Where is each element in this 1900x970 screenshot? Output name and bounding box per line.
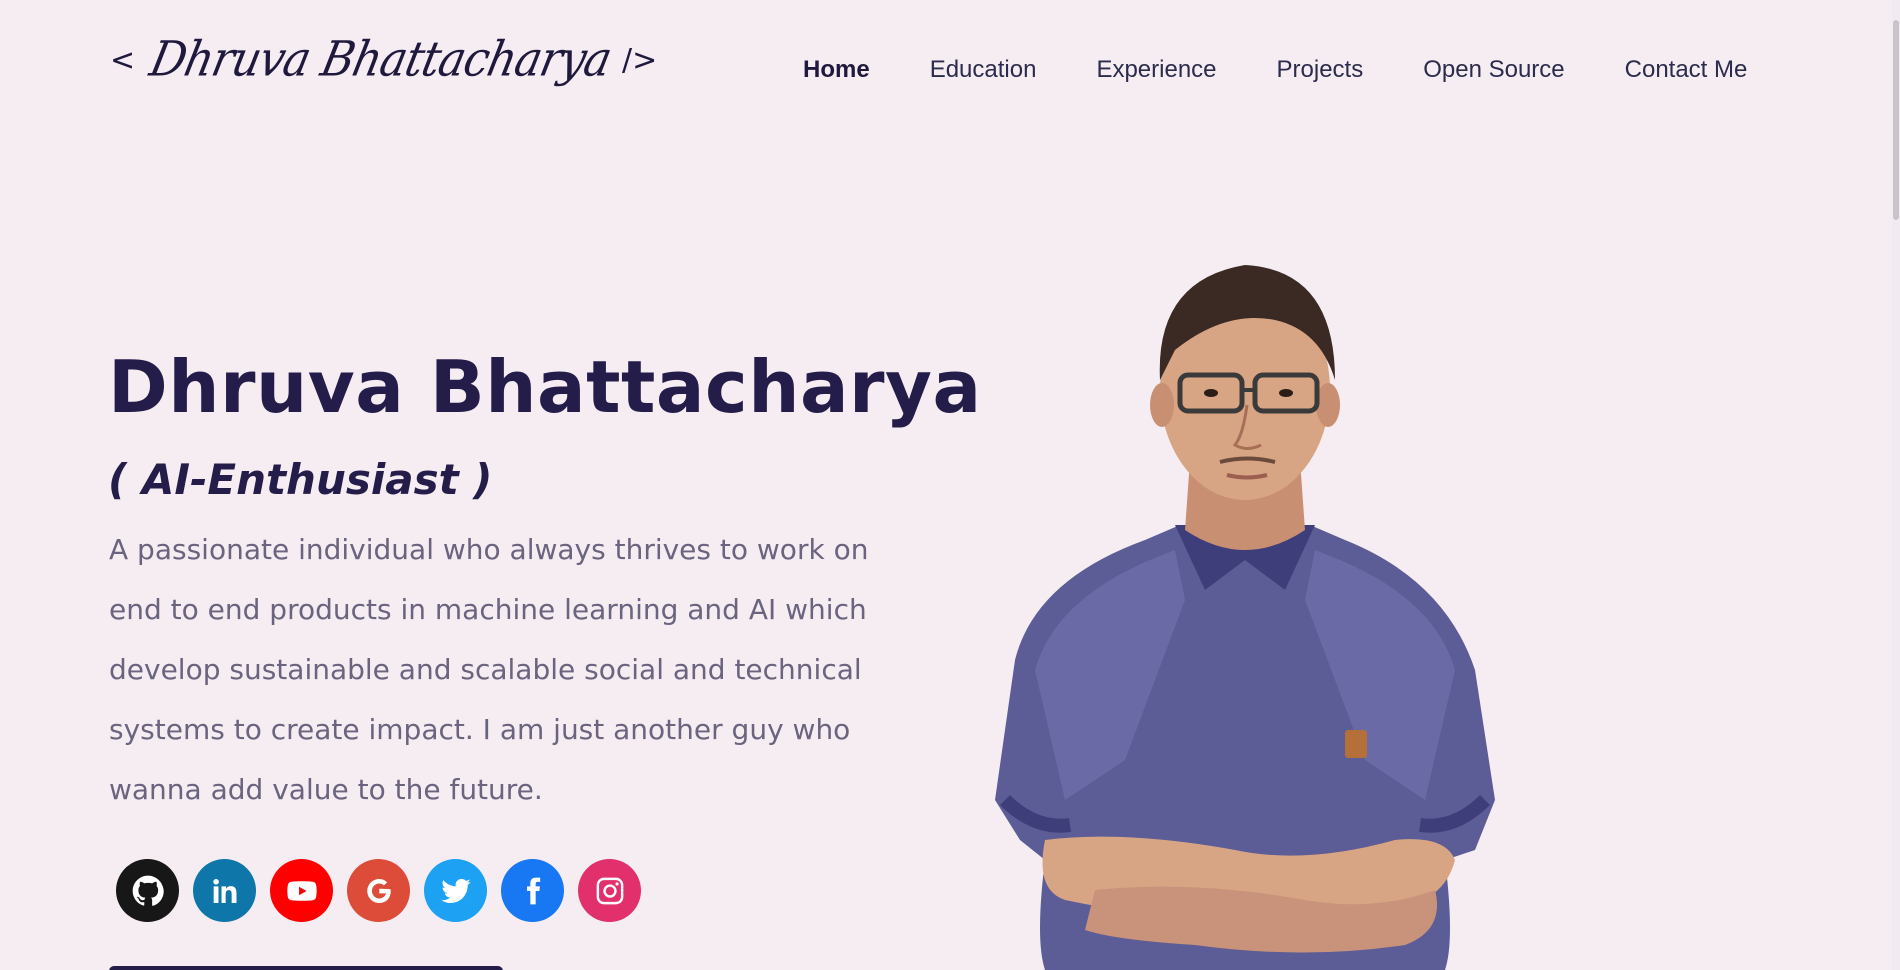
main-nav: Home Education Experience Projects Open … bbox=[803, 56, 1807, 84]
logo-signature: Dhruva Bhattacharya bbox=[145, 31, 617, 88]
nav-experience[interactable]: Experience bbox=[1096, 56, 1216, 84]
page-scrollbar[interactable] bbox=[1892, 0, 1900, 970]
nav-open-source[interactable]: Open Source bbox=[1423, 56, 1564, 84]
social-links bbox=[116, 859, 641, 922]
youtube-icon bbox=[286, 880, 317, 901]
logo-link[interactable]: < Dhruva Bhattacharya /> bbox=[110, 31, 658, 88]
github-button[interactable] bbox=[116, 859, 179, 922]
twitter-icon bbox=[440, 878, 471, 903]
instagram-icon bbox=[596, 877, 623, 904]
github-icon bbox=[132, 875, 164, 906]
hero-description: A passionate individual who always thriv… bbox=[109, 533, 869, 806]
scrollbar-thumb[interactable] bbox=[1893, 20, 1899, 220]
portfolio-page: < Dhruva Bhattacharya /> Home Education … bbox=[0, 0, 1900, 970]
hero-subtitle: ( AI-Enthusiast ) bbox=[108, 455, 493, 504]
logo-open-bracket: < bbox=[110, 42, 136, 78]
linkedin-button[interactable] bbox=[193, 859, 256, 922]
instagram-button[interactable] bbox=[578, 859, 641, 922]
nav-projects[interactable]: Projects bbox=[1277, 56, 1364, 84]
linkedin-icon bbox=[212, 878, 236, 903]
site-header: < Dhruva Bhattacharya /> Home Education … bbox=[0, 0, 1900, 150]
youtube-button[interactable] bbox=[270, 859, 333, 922]
resume-button-top-edge[interactable] bbox=[109, 966, 503, 970]
profile-photo bbox=[995, 265, 1495, 970]
nav-contact-me[interactable]: Contact Me bbox=[1625, 56, 1748, 84]
google-icon bbox=[366, 878, 391, 903]
facebook-icon bbox=[526, 877, 540, 904]
facebook-button[interactable] bbox=[501, 859, 564, 922]
hero-title: Dhruva Bhattacharya bbox=[108, 345, 982, 429]
twitter-button[interactable] bbox=[424, 859, 487, 922]
google-button[interactable] bbox=[347, 859, 410, 922]
logo-close-bracket: /> bbox=[622, 42, 658, 78]
nav-home[interactable]: Home bbox=[803, 56, 870, 84]
nav-education[interactable]: Education bbox=[930, 56, 1037, 84]
